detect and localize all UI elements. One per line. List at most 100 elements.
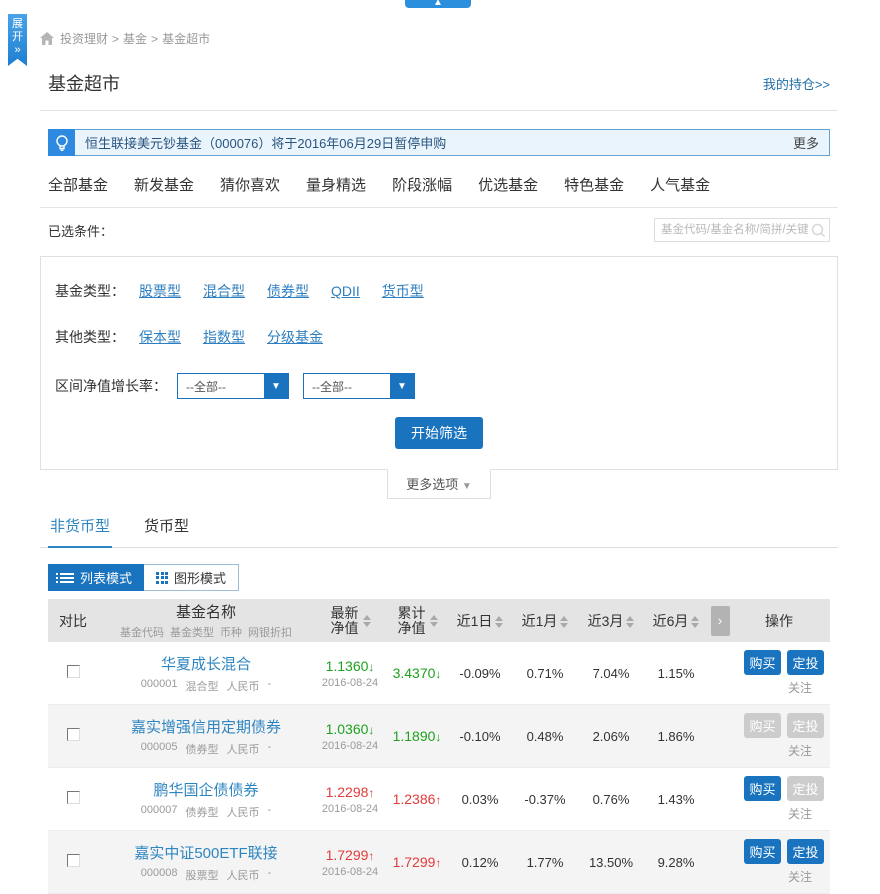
table-row: 鹏华国企债债券 000007 债券型 人民币 - 1.2298↑ 2016-08… (48, 768, 830, 831)
compare-checkbox[interactable] (67, 728, 80, 741)
follow-link[interactable]: 关注 (732, 868, 826, 885)
follow-link[interactable]: 关注 (732, 805, 826, 822)
fund-name-link[interactable]: 嘉实中证500ETF联接 (98, 842, 314, 863)
tab-new-funds[interactable]: 新发基金 (134, 174, 194, 195)
tab-non-money-funds[interactable]: 非货币型 (48, 507, 112, 548)
aip-button[interactable]: 定投 (787, 776, 824, 801)
fund-type-label: 基金类型： (55, 281, 125, 301)
expand-sidebar-ribbon[interactable]: 展开 » (8, 14, 27, 66)
col-fund-code: 基金代码 (120, 624, 164, 640)
home-icon[interactable] (40, 32, 54, 45)
filter-index-type[interactable]: 指数型 (203, 327, 245, 347)
tab-period-change[interactable]: 阶段涨幅 (392, 174, 452, 195)
graph-mode-button[interactable]: 图形模式 (144, 564, 239, 591)
notice-more-link[interactable]: 更多 (793, 133, 819, 152)
fund-discount: - (268, 867, 272, 883)
select-value: --全部-- (304, 374, 390, 398)
follow-link[interactable]: 关注 (732, 742, 826, 759)
sort-icon[interactable] (626, 616, 634, 628)
buy-button[interactable]: 购买 (744, 776, 781, 801)
filter-bond-type[interactable]: 债券型 (267, 281, 309, 301)
latest-nav-value: 1.7299 (326, 847, 369, 863)
breadcrumb-item-invest[interactable]: 投资理财 (60, 30, 108, 47)
tab-featured-funds[interactable]: 特色基金 (564, 174, 624, 195)
compare-checkbox[interactable] (67, 665, 80, 678)
breadcrumb-separator: > (151, 32, 158, 46)
notice-text[interactable]: 恒生联接美元钞基金（000076）将于2016年06月29日暂停申购 (85, 133, 793, 152)
nav-date: 2016-08-24 (314, 803, 386, 815)
filter-capital-protected[interactable]: 保本型 (139, 327, 181, 347)
fund-search-input[interactable] (655, 219, 829, 241)
col-6month: 近6月 (644, 611, 708, 631)
nav-date: 2016-08-24 (314, 740, 386, 752)
return-1month: -0.37% (512, 792, 578, 807)
aip-button[interactable]: 定投 (787, 650, 824, 675)
col-latest-nav: 最新净值 (314, 606, 386, 636)
growth-rate-select-to[interactable]: --全部-- ▼ (303, 373, 415, 399)
fund-name-link[interactable]: 嘉实增强信用定期债券 (98, 716, 314, 737)
list-mode-button[interactable]: 列表模式 (48, 564, 144, 591)
table-row: 华夏成长混合 000001 混合型 人民币 - 1.1360↓ 2016-08-… (48, 642, 830, 705)
col-fund-name: 基金名称 基金代码 基金类型 币种 网银折扣 (98, 601, 314, 640)
return-1day: 0.03% (448, 792, 512, 807)
tab-popular-funds[interactable]: 人气基金 (650, 174, 710, 195)
filter-graded-fund[interactable]: 分级基金 (267, 327, 323, 347)
sort-icon[interactable] (560, 616, 568, 628)
grid-icon (156, 572, 168, 584)
filter-qdii-type[interactable]: QDII (331, 283, 360, 299)
return-6month: 1.43% (644, 792, 708, 807)
tab-preferred-funds[interactable]: 优选基金 (478, 174, 538, 195)
tab-money-funds[interactable]: 货币型 (142, 507, 191, 548)
fund-discount: - (268, 804, 272, 820)
breadcrumb-separator: > (112, 32, 119, 46)
col-acc-nav: 累计净值 (386, 606, 448, 636)
return-6month: 1.15% (644, 666, 708, 681)
sort-icon[interactable] (495, 616, 503, 628)
growth-rate-select-from[interactable]: --全部-- ▼ (177, 373, 289, 399)
aip-button[interactable]: 定投 (787, 713, 824, 738)
compare-checkbox[interactable] (67, 791, 80, 804)
fund-name-link[interactable]: 鹏华国企债债券 (98, 779, 314, 800)
compare-checkbox[interactable] (67, 854, 80, 867)
return-3month: 2.06% (578, 729, 644, 744)
sort-icon[interactable] (691, 616, 699, 628)
sort-icon[interactable] (363, 615, 371, 627)
fund-discount: - (268, 741, 272, 757)
buy-button[interactable]: 购买 (744, 839, 781, 864)
return-1month: 0.71% (512, 666, 578, 681)
chevron-down-icon: ▼ (264, 374, 288, 398)
other-type-label: 其他类型： (55, 327, 125, 347)
fund-table: 对比 基金名称 基金代码 基金类型 币种 网银折扣 最新净值 累计净值 近1日 (48, 599, 830, 894)
filter-mixed-type[interactable]: 混合型 (203, 281, 245, 301)
fund-code: 000005 (141, 741, 178, 757)
sort-icon[interactable] (430, 615, 438, 627)
search-icon[interactable] (811, 223, 826, 243)
tab-all-funds[interactable]: 全部基金 (48, 174, 108, 195)
more-options-toggle[interactable]: 更多选项 ▼ (387, 469, 491, 499)
tab-tailored[interactable]: 量身精选 (306, 174, 366, 195)
start-filter-button[interactable]: 开始筛选 (395, 417, 483, 449)
buy-button[interactable]: 购买 (744, 650, 781, 675)
buy-button[interactable]: 购买 (744, 713, 781, 738)
fund-currency: 人民币 (227, 678, 260, 694)
return-1month: 0.48% (512, 729, 578, 744)
acc-nav-value: 1.7299 (393, 854, 436, 870)
follow-link[interactable]: 关注 (732, 679, 826, 696)
fund-type: 混合型 (186, 678, 219, 694)
col-discount: 网银折扣 (248, 624, 292, 640)
my-holdings-link[interactable]: 我的持仓>> (763, 74, 830, 93)
fund-currency: 人民币 (227, 741, 260, 757)
table-row: 嘉实增强信用定期债券 000005 债券型 人民币 - 1.0360↓ 2016… (48, 705, 830, 768)
double-arrow-icon: » (14, 44, 20, 56)
filter-stock-type[interactable]: 股票型 (139, 281, 181, 301)
more-columns-button[interactable]: › (711, 606, 730, 636)
fund-name-link[interactable]: 华夏成长混合 (98, 653, 314, 674)
breadcrumb-item-fund[interactable]: 基金 (123, 30, 147, 47)
trend-arrow-icon: ↓ (435, 667, 441, 681)
acc-nav-value: 3.4370 (393, 665, 436, 681)
collapse-panel-button[interactable]: ▲ (405, 0, 471, 8)
filter-money-type[interactable]: 货币型 (382, 281, 424, 301)
aip-button[interactable]: 定投 (787, 839, 824, 864)
tab-guess-you-like[interactable]: 猜你喜欢 (220, 174, 280, 195)
col-1month: 近1月 (512, 611, 578, 631)
